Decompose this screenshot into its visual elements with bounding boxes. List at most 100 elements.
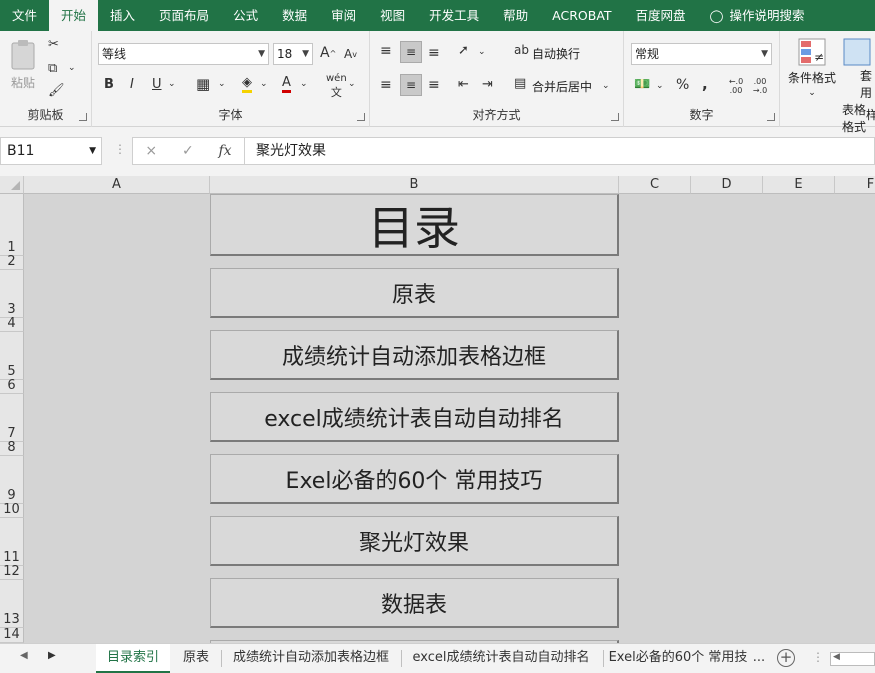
- row-header-3[interactable]: 3: [0, 270, 24, 318]
- clipboard-launcher-icon[interactable]: [79, 113, 87, 121]
- alignment-launcher-icon[interactable]: [611, 113, 619, 121]
- row-header-13[interactable]: 13: [0, 580, 24, 628]
- copy-icon[interactable]: ⧉: [48, 61, 57, 76]
- align-center-icon[interactable]: ≡: [400, 74, 422, 96]
- tab-formulas[interactable]: 公式: [221, 0, 270, 31]
- scissors-icon[interactable]: ✂: [48, 37, 59, 52]
- tab-review[interactable]: 审阅: [319, 0, 368, 31]
- add-sheet-icon[interactable]: +: [777, 649, 795, 667]
- tell-me-search[interactable]: ◯ 操作说明搜索: [698, 0, 817, 31]
- column-header-c[interactable]: C: [619, 176, 691, 194]
- font-size-select[interactable]: 18 ▼: [273, 43, 313, 65]
- decrease-decimal-icon[interactable]: .00 →.0: [750, 77, 770, 95]
- tab-developer[interactable]: 开发工具: [417, 0, 491, 31]
- comma-style-icon[interactable]: ,: [702, 75, 708, 93]
- phonetic-guide-icon[interactable]: wén 文: [326, 73, 347, 100]
- merge-center-icon[interactable]: ▤: [514, 76, 526, 91]
- row-header-9[interactable]: 9: [0, 456, 24, 504]
- orientation-icon[interactable]: ➚: [458, 43, 469, 58]
- row-header-14[interactable]: 14: [0, 628, 24, 643]
- number-launcher-icon[interactable]: [767, 113, 775, 121]
- number-format-select[interactable]: 常规 ▼: [631, 43, 772, 65]
- cancel-icon[interactable]: ×: [145, 143, 157, 159]
- more-icon[interactable]: ⋮: [114, 142, 126, 156]
- more-sheets-button[interactable]: ...: [750, 644, 768, 673]
- tab-view[interactable]: 视图: [368, 0, 417, 31]
- chevron-down-icon[interactable]: ⌄: [656, 81, 664, 91]
- chevron-down-icon[interactable]: ⌄: [168, 79, 176, 89]
- chevron-down-icon[interactable]: ⌄: [260, 79, 268, 89]
- increase-indent-icon[interactable]: ⇥: [482, 77, 493, 92]
- insert-function-icon[interactable]: fx: [219, 143, 232, 159]
- bold-icon[interactable]: B: [104, 77, 114, 92]
- chevron-down-icon[interactable]: ⌄: [218, 79, 226, 89]
- worksheet-grid[interactable]: A B C D E F 1 2 3 4 5 6 7 8 9 10 11 12 1…: [0, 176, 875, 643]
- row-header-6[interactable]: 6: [0, 379, 24, 394]
- column-header-a[interactable]: A: [24, 176, 210, 194]
- decrease-font-icon[interactable]: Av: [344, 47, 357, 61]
- scroll-tabs-left-icon[interactable]: ◀: [20, 650, 28, 661]
- sheet-tab-auto-rank[interactable]: excel成绩统计表自动自动排名: [406, 644, 596, 673]
- conditional-formatting-button[interactable]: ≠ 条件格式 ⌄: [788, 37, 836, 98]
- wrap-text-button[interactable]: 自动换行: [532, 45, 580, 62]
- link-button-original-table[interactable]: 原表: [210, 268, 619, 318]
- row-header-1[interactable]: 1: [0, 194, 24, 256]
- font-launcher-icon[interactable]: [357, 113, 365, 121]
- scroll-left-icon[interactable]: ◀: [833, 652, 840, 662]
- chevron-down-icon[interactable]: ⌄: [602, 81, 610, 91]
- format-painter-icon[interactable]: 🖌: [48, 83, 65, 98]
- tab-baidu-netdisk[interactable]: 百度网盘: [624, 0, 698, 31]
- sheet-tab-original[interactable]: 原表: [174, 644, 218, 673]
- row-header-8[interactable]: 8: [0, 441, 24, 456]
- increase-font-icon[interactable]: A ^: [320, 45, 336, 61]
- row-header-4[interactable]: 4: [0, 317, 24, 332]
- link-button-data-table[interactable]: 数据表: [210, 578, 619, 628]
- chevron-down-icon[interactable]: ⌄: [348, 79, 356, 89]
- row-header-5[interactable]: 5: [0, 332, 24, 380]
- tab-help[interactable]: 帮助: [491, 0, 540, 31]
- select-all-corner[interactable]: [0, 176, 24, 194]
- column-header-f[interactable]: F: [835, 176, 875, 194]
- align-left-icon[interactable]: ≡: [380, 77, 392, 93]
- align-right-icon[interactable]: ≡: [428, 77, 440, 93]
- accounting-format-icon[interactable]: 💵: [634, 77, 650, 92]
- chevron-down-icon[interactable]: ⌄: [478, 47, 486, 57]
- sheet-tab-60-tips[interactable]: Exel必备的60个 常用技: [608, 644, 748, 673]
- merge-center-button[interactable]: 合并后居中: [532, 78, 592, 95]
- chevron-down-icon[interactable]: ⌄: [300, 79, 308, 89]
- scroll-tabs-right-icon[interactable]: ▶: [48, 650, 56, 661]
- tab-data[interactable]: 数据: [270, 0, 319, 31]
- row-header-12[interactable]: 12: [0, 565, 24, 580]
- link-button-60-tips[interactable]: Exel必备的60个 常用技巧: [210, 454, 619, 504]
- formula-input[interactable]: 聚光灯效果: [245, 137, 875, 165]
- sheet-tab-toc[interactable]: 目录索引: [96, 644, 170, 673]
- horizontal-scrollbar[interactable]: ◀: [830, 652, 875, 666]
- middle-align-icon[interactable]: ≡: [400, 41, 422, 63]
- row-header-11[interactable]: 11: [0, 518, 24, 566]
- link-button-spotlight[interactable]: 聚光灯效果: [210, 516, 619, 566]
- decrease-indent-icon[interactable]: ⇤: [458, 77, 469, 92]
- tab-insert[interactable]: 插入: [98, 0, 147, 31]
- font-color-icon[interactable]: A: [282, 75, 291, 93]
- top-align-icon[interactable]: ≡: [380, 43, 392, 59]
- fill-color-icon[interactable]: ◈: [242, 75, 252, 93]
- tab-file[interactable]: 文件: [0, 0, 49, 31]
- tab-acrobat[interactable]: ACROBAT: [540, 0, 623, 31]
- row-header-10[interactable]: 10: [0, 503, 24, 518]
- toc-title-shape[interactable]: 目录: [210, 194, 619, 256]
- font-name-select[interactable]: 等线 ▼: [98, 43, 269, 65]
- increase-decimal-icon[interactable]: ←.0 .00: [726, 77, 746, 95]
- tab-home[interactable]: 开始: [49, 0, 99, 31]
- tab-page-layout[interactable]: 页面布局: [147, 0, 221, 31]
- wrap-text-icon[interactable]: ab: [514, 43, 529, 57]
- link-button-auto-rank[interactable]: excel成绩统计表自动自动排名: [210, 392, 619, 442]
- underline-icon[interactable]: U: [152, 77, 162, 92]
- borders-icon[interactable]: ▦: [196, 75, 210, 93]
- italic-icon[interactable]: I: [130, 77, 134, 92]
- row-header-2[interactable]: 2: [0, 255, 24, 270]
- paste-button[interactable]: 粘贴: [8, 39, 38, 91]
- name-box[interactable]: B11 ▼: [0, 137, 102, 165]
- row-header-7[interactable]: 7: [0, 394, 24, 442]
- sheet-tab-auto-border[interactable]: 成绩统计自动添加表格边框: [226, 644, 396, 673]
- link-button-auto-border[interactable]: 成绩统计自动添加表格边框: [210, 330, 619, 380]
